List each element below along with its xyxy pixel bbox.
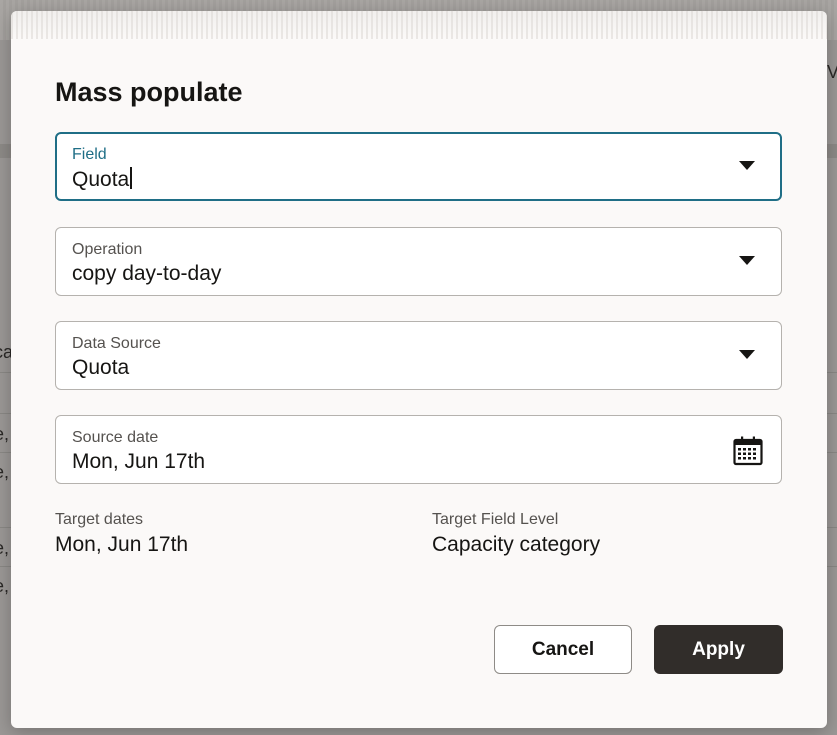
- data-source-select[interactable]: Data Source Quota: [55, 321, 782, 390]
- background-text: e,: [0, 538, 10, 558]
- background-text: e,: [0, 424, 10, 444]
- background-text: e,: [0, 576, 10, 596]
- chevron-down-icon[interactable]: [739, 161, 755, 170]
- source-date-picker[interactable]: Source date Mon, Jun 17th: [55, 415, 782, 484]
- dialog-header-texture: [11, 11, 827, 39]
- operation-label: Operation: [72, 241, 143, 258]
- field-select[interactable]: Field Quota: [55, 132, 782, 201]
- chevron-down-icon[interactable]: [739, 350, 755, 359]
- field-value[interactable]: Quota: [72, 167, 132, 192]
- text-caret: [130, 167, 132, 189]
- field-label: Field: [72, 146, 107, 163]
- target-field-level-label: Target Field Level: [432, 511, 559, 528]
- mass-populate-dialog: Mass populate Field Quota Operation copy…: [11, 11, 827, 728]
- source-date-value[interactable]: Mon, Jun 17th: [72, 450, 205, 474]
- operation-value[interactable]: copy day-to-day: [72, 262, 221, 286]
- background-chip-left: [0, 144, 11, 158]
- target-field-level-value: Capacity category: [432, 533, 601, 556]
- source-date-label: Source date: [72, 429, 159, 446]
- background-chip-right: [827, 144, 837, 158]
- cancel-button[interactable]: Cancel: [494, 625, 632, 674]
- data-source-label: Data Source: [72, 335, 161, 352]
- dialog-title: Mass populate: [55, 77, 243, 107]
- target-dates-label: Target dates: [55, 511, 144, 528]
- calendar-icon[interactable]: [733, 436, 763, 466]
- background-text: Vi: [827, 62, 837, 82]
- operation-select[interactable]: Operation copy day-to-day: [55, 227, 782, 296]
- field-value-text: Quota: [72, 168, 130, 191]
- data-source-value[interactable]: Quota: [72, 356, 129, 380]
- target-dates-value: Mon, Jun 17th: [55, 533, 189, 556]
- apply-button[interactable]: Apply: [654, 625, 783, 674]
- chevron-down-icon[interactable]: [739, 256, 755, 265]
- background-text: e,: [0, 462, 10, 482]
